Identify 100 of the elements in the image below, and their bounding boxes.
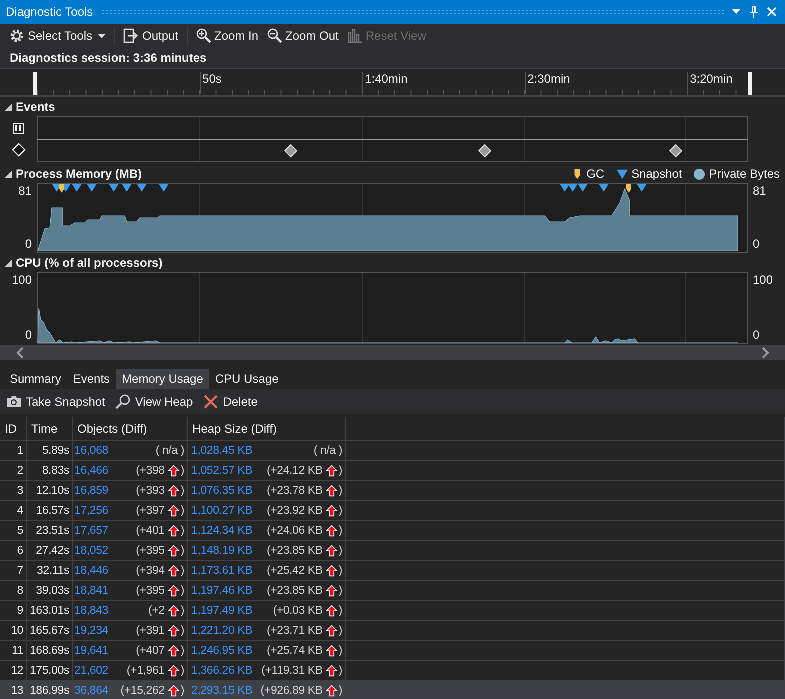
dropdown-icon[interactable]	[732, 9, 741, 15]
delete-button[interactable]: Delete	[203, 394, 258, 410]
object-count[interactable]: 19,234	[74, 624, 108, 636]
snapshot-time: 163.01s	[30, 604, 70, 616]
snapshot-marker-icon[interactable]	[568, 184, 578, 192]
object-count[interactable]: 21,602	[74, 664, 108, 676]
snapshot-marker-icon[interactable]	[122, 184, 132, 192]
heap-size[interactable]: 1,028.45 KB	[190, 444, 253, 456]
tab[interactable]: Events	[67, 369, 116, 389]
snapshot-marker-icon[interactable]	[87, 184, 97, 192]
column-header[interactable]: Heap Size (Diff)	[192, 422, 277, 436]
column-header[interactable]: Objects (Diff)	[78, 422, 148, 436]
table-row[interactable]: 2 8.83s 16,466 (+398 ) 1,052.57 KB (+24.12 KB )	[0, 460, 784, 480]
range-handle[interactable]	[33, 72, 37, 95]
snapshot-id: 5	[17, 524, 24, 536]
snapshot-marker-icon[interactable]	[159, 184, 169, 192]
object-count[interactable]: 18,052	[74, 544, 108, 556]
object-count[interactable]: 17,256	[74, 504, 108, 516]
heap-size[interactable]: 1,148.19 KB	[190, 544, 253, 556]
object-count[interactable]: 16,068	[74, 444, 108, 456]
object-count[interactable]: 17,657	[74, 524, 108, 536]
table-row[interactable]: 4 16.57s 17,256 (+397 ) 1,100.27 KB (+23.92 KB )	[0, 500, 784, 520]
snapshot-time: 23.51s	[36, 524, 70, 536]
paren: )	[180, 624, 184, 636]
section-title: Events	[16, 100, 56, 114]
tab[interactable]: Memory Usage	[116, 369, 210, 389]
heap-size[interactable]: 1,246.95 KB	[190, 644, 253, 656]
object-diff: (+1,961	[126, 664, 165, 676]
object-count[interactable]: 18,841	[74, 584, 108, 596]
table-row[interactable]: 1 5.89s 16,068 ( n/a ) 1,028.45 KB ( n/a )	[0, 440, 784, 460]
object-count[interactable]: 18,843	[74, 604, 108, 616]
tab[interactable]: CPU Usage	[209, 369, 285, 389]
object-count[interactable]: 16,466	[74, 464, 108, 476]
collapse-icon[interactable]	[5, 170, 12, 178]
event-marker-icon[interactable]	[284, 144, 298, 158]
event-marker-icon[interactable]	[669, 144, 683, 158]
object-count[interactable]: 19,641	[74, 644, 108, 656]
heap-size[interactable]: 1,366.26 KB	[190, 664, 253, 676]
snapshot-marker-icon[interactable]	[72, 184, 82, 192]
snapshot-time: 8.83s	[42, 464, 70, 476]
time-label: 1:40min	[362, 72, 408, 94]
object-diff: (+395	[136, 544, 165, 556]
range-handle[interactable]	[748, 72, 752, 95]
object-diff: (+15,262	[120, 684, 165, 696]
pin-icon[interactable]	[749, 6, 759, 18]
table-row[interactable]: 3 12.10s 16,859 (+393 ) 1,076.35 KB (+23.78 KB )	[0, 480, 784, 500]
table-row[interactable]: 8 39.03s 18,841 (+395 ) 1,197.46 KB (+23.85 KB )	[0, 580, 784, 600]
event-marker-icon[interactable]	[478, 144, 492, 158]
paren: )	[338, 664, 342, 676]
horizontal-scrollbar[interactable]	[0, 345, 785, 360]
scroll-left-icon[interactable]	[16, 346, 24, 358]
paren: )	[338, 624, 342, 636]
camera-icon	[6, 394, 22, 410]
table-row[interactable]: 10 165.67s 19,234 (+391 ) 1,221.20 KB (+23.71 KB )	[0, 620, 784, 640]
heap-size[interactable]: 1,197.46 KB	[190, 584, 253, 596]
gear-icon	[9, 28, 25, 44]
view-heap-button[interactable]: View Heap	[115, 394, 194, 410]
heap-size[interactable]: 1,100.27 KB	[190, 504, 253, 516]
circle-icon	[694, 168, 706, 180]
object-count[interactable]: 16,859	[74, 484, 108, 496]
time-label: 3:20min	[687, 72, 733, 94]
paren: )	[338, 544, 342, 556]
heap-size[interactable]: 1,173.61 KB	[190, 564, 253, 576]
tab[interactable]: Summary	[4, 369, 68, 389]
collapse-icon[interactable]	[5, 104, 12, 110]
heap-diff: (+23.85 KB	[266, 544, 323, 556]
object-count[interactable]: 18,446	[74, 564, 108, 576]
scroll-right-icon[interactable]	[762, 346, 770, 358]
column-header[interactable]: Time	[32, 422, 58, 436]
snapshot-marker-icon[interactable]	[560, 184, 570, 192]
heap-size[interactable]: 1,197.49 KB	[190, 604, 253, 616]
snapshot-marker-icon[interactable]	[599, 184, 609, 192]
paren: )	[338, 484, 342, 496]
table-row[interactable]: 9 163.01s 18,843 (+2 ) 1,197.49 KB (+0.03 KB )	[0, 600, 784, 620]
snapshot-marker-icon[interactable]	[109, 184, 119, 192]
table-row[interactable]: 11 168.69s 19,641 (+407 ) 1,246.95 KB (+25.74 KB )	[0, 640, 784, 660]
column-header[interactable]: ID	[5, 422, 17, 436]
take-snapshot-button[interactable]: Take Snapshot	[6, 394, 106, 410]
zoom-in-button[interactable]: Zoom In	[192, 26, 262, 46]
table-row[interactable]: 5 23.51s 17,657 (+401 ) 1,124.34 KB (+24.06 KB )	[0, 520, 784, 540]
heap-size[interactable]: 1,221.20 KB	[190, 624, 253, 636]
snapshot-marker-icon[interactable]	[137, 184, 147, 192]
axis-label: 100	[12, 273, 32, 287]
snapshot-marker-icon[interactable]	[578, 184, 588, 192]
output-button[interactable]: Output	[120, 26, 182, 46]
heap-size[interactable]: 1,052.57 KB	[190, 464, 253, 476]
axis-label: 0	[25, 237, 32, 251]
select-tools-button[interactable]: Select Tools	[6, 26, 110, 46]
heap-diff: (+23.78 KB	[266, 484, 323, 496]
object-diff: (+407	[136, 644, 165, 656]
heap-size[interactable]: 1,124.34 KB	[190, 524, 253, 536]
close-icon[interactable]	[767, 7, 777, 17]
object-diff: (+395	[136, 584, 165, 596]
heap-diff: (+25.42 KB	[266, 564, 323, 576]
zoom-out-button[interactable]: Zoom Out	[264, 26, 342, 46]
table-row[interactable]: 7 32.11s 18,446 (+394 ) 1,173.61 KB (+25.42 KB )	[0, 560, 784, 580]
collapse-icon[interactable]	[5, 260, 12, 266]
table-row[interactable]: 6 27.42s 18,052 (+395 ) 1,148.19 KB (+23.85 KB )	[0, 540, 784, 560]
heap-size[interactable]: 1,076.35 KB	[190, 484, 253, 496]
snapshot-marker-icon[interactable]	[637, 184, 647, 192]
